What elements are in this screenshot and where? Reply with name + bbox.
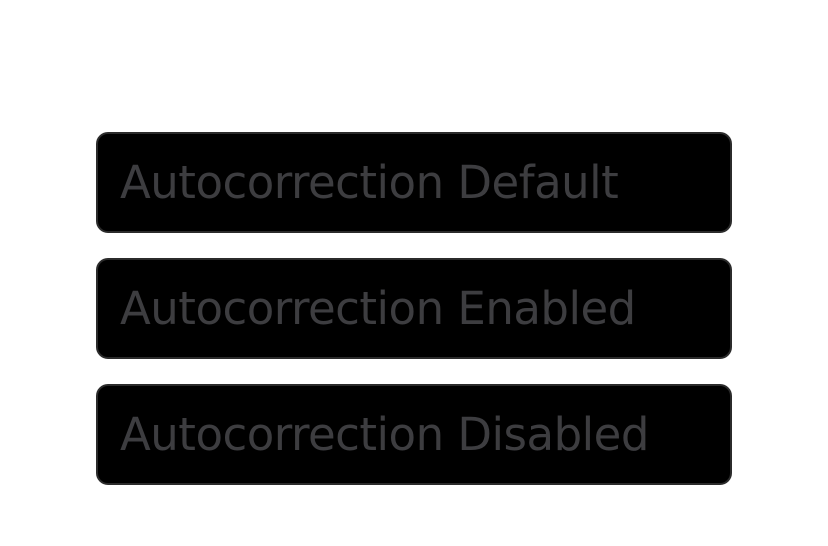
text-field-stack: Autocorrection Default Autocorrection En… bbox=[96, 132, 732, 485]
autocorrection-default-placeholder: Autocorrection Default bbox=[120, 156, 619, 209]
autocorrection-disabled-field[interactable]: Autocorrection Disabled bbox=[96, 384, 732, 485]
app-screen: Autocorrection Default Autocorrection En… bbox=[0, 0, 828, 546]
autocorrection-enabled-placeholder: Autocorrection Enabled bbox=[120, 282, 636, 335]
autocorrection-disabled-placeholder: Autocorrection Disabled bbox=[120, 408, 649, 461]
autocorrection-default-field[interactable]: Autocorrection Default bbox=[96, 132, 732, 233]
autocorrection-enabled-field[interactable]: Autocorrection Enabled bbox=[96, 258, 732, 359]
